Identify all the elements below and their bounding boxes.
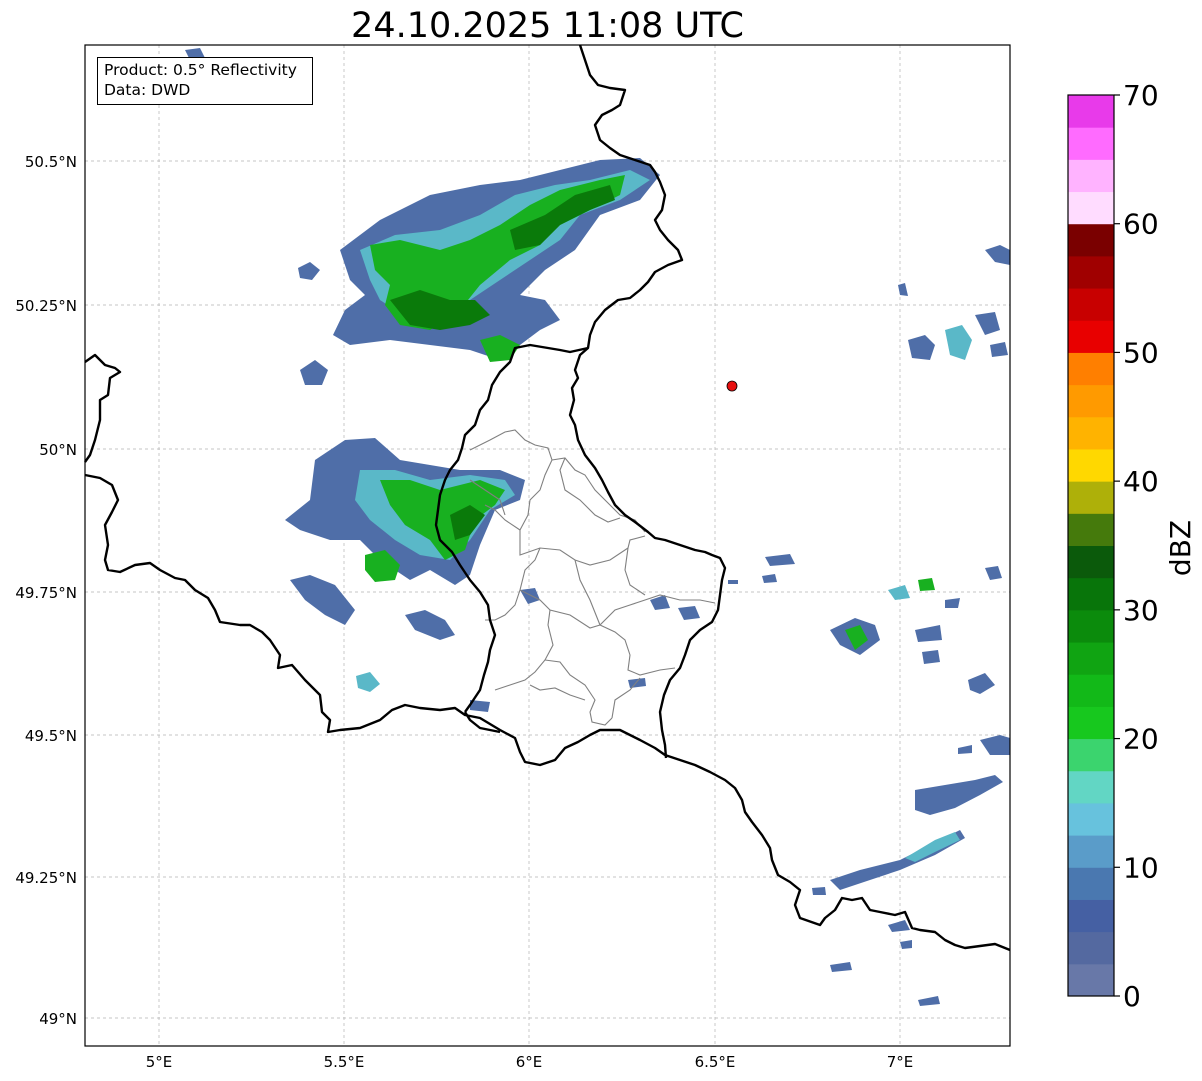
colorbar-segment — [1068, 738, 1114, 772]
colorbar-segment — [1068, 802, 1114, 836]
lon-tick-label: 7°E — [887, 1053, 914, 1071]
colorbar-segment — [1068, 320, 1114, 353]
colorbar-segment — [1068, 95, 1114, 128]
colorbar-segment — [1068, 577, 1114, 611]
colorbar-segment — [1068, 384, 1114, 418]
colorbar-segment — [1068, 127, 1114, 160]
colorbar-title: dBZ — [1164, 520, 1197, 576]
colorbar-segment — [1068, 352, 1114, 386]
colorbar-tick-label: 60 — [1123, 208, 1159, 241]
colorbar-tick-label: 30 — [1123, 594, 1159, 627]
colorbar-segment — [1068, 223, 1114, 257]
colorbar-tick-label: 0 — [1123, 980, 1141, 1013]
colorbar-tick-label: 10 — [1123, 851, 1159, 884]
lat-tick-label: 49.5°N — [25, 727, 77, 745]
colorbar-segment — [1068, 963, 1114, 997]
lat-tick-label: 50.25°N — [15, 297, 77, 315]
lat-tick-label: 49.75°N — [15, 584, 77, 602]
colorbar-segment — [1068, 609, 1114, 643]
lat-tick-label: 49.25°N — [15, 869, 77, 887]
map-title: 24.10.2025 11:08 UTC — [351, 6, 744, 46]
colorbar-segment — [1068, 159, 1114, 193]
lat-tick-label: 50.5°N — [25, 153, 77, 171]
colorbar-segment — [1068, 448, 1114, 482]
colorbar-segment — [1068, 867, 1114, 900]
colorbar-segment — [1068, 416, 1114, 450]
colorbar-segment — [1068, 513, 1114, 546]
radar-station-marker[interactable] — [726, 380, 738, 392]
colorbar-segment — [1068, 899, 1114, 933]
colorbar-segment — [1068, 642, 1114, 675]
lon-tick-label: 5°E — [146, 1053, 173, 1071]
colorbar-segment — [1068, 191, 1114, 225]
colorbar-tick-label: 20 — [1123, 723, 1159, 756]
colorbar-segment — [1068, 674, 1114, 707]
colorbar-segment — [1068, 770, 1114, 804]
lon-tick-label: 5.5°E — [324, 1053, 365, 1071]
colorbar-segment — [1068, 545, 1114, 579]
colorbar-segment — [1068, 706, 1114, 740]
lat-tick-label: 50°N — [39, 441, 77, 459]
colorbar-segments — [1068, 95, 1114, 997]
lat-axis: 50.5°N 50.25°N 50°N 49.75°N 49.5°N 49.25… — [15, 153, 77, 1028]
colorbar-segment — [1068, 288, 1114, 321]
lon-tick-label: 6°E — [516, 1053, 543, 1071]
colorbar: 0 10 20 30 40 50 60 70 dBZ — [1067, 79, 1197, 1013]
colorbar-ticks: 0 10 20 30 40 50 60 70 — [1114, 79, 1159, 1013]
colorbar-tick-label: 70 — [1123, 79, 1159, 112]
colorbar-tick-label: 40 — [1123, 465, 1159, 498]
colorbar-segment — [1068, 835, 1114, 868]
colorbar-segment — [1068, 255, 1114, 289]
colorbar-tick-label: 50 — [1123, 336, 1159, 369]
data-source-text: Data: DWD — [104, 81, 191, 99]
lon-tick-label: 6.5°E — [695, 1053, 736, 1071]
colorbar-segment — [1068, 481, 1114, 514]
info-box: Product: 0.5° Reflectivity Data: DWD — [97, 57, 313, 105]
lat-tick-label: 49°N — [39, 1010, 77, 1028]
product-text: Product: 0.5° Reflectivity — [104, 61, 297, 79]
lon-axis: 5°E 5.5°E 6°E 6.5°E 7°E — [146, 1053, 914, 1071]
colorbar-segment — [1068, 931, 1114, 965]
